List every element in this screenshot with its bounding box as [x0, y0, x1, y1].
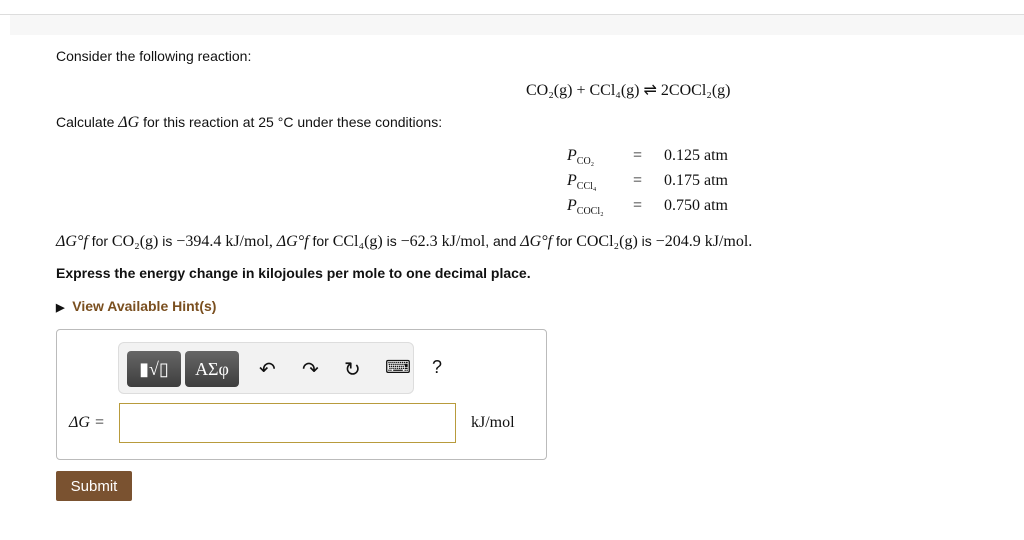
templates-button[interactable]: ▮√▯	[127, 351, 181, 387]
equals: =	[633, 197, 643, 214]
math-toolbar: ▮√▯ ΑΣφ ↶ ↷ ↻ ⌨ ?	[118, 342, 442, 394]
calc-post: for this reaction at 25 °C under these c…	[143, 114, 443, 130]
calc-pre: Calculate	[56, 114, 115, 130]
answer-unit: kJ/mol	[471, 414, 515, 431]
pressure-value-co2: 0.125 atm	[664, 147, 728, 164]
keyboard-icon[interactable]: ⌨	[385, 357, 411, 378]
answer-input[interactable]	[119, 403, 456, 443]
greek-symbols-button[interactable]: ΑΣφ	[185, 351, 239, 387]
pressure-label-cocl2: PCOCl₂	[567, 197, 604, 218]
header-band	[10, 15, 1024, 35]
help-button[interactable]: ?	[432, 357, 442, 378]
products: 2COCl₂(g)	[660, 82, 731, 99]
answer-label: ΔG =	[69, 414, 105, 431]
caret-right-icon: ▶	[56, 302, 65, 314]
pressure-label-ccl4: PCCl₄	[567, 172, 597, 193]
pressure-value-cocl2: 0.750 atm	[664, 197, 728, 214]
reactants: CO₂(g) + CCl₄(g)	[526, 82, 640, 99]
undo-icon[interactable]: ↶	[259, 357, 276, 382]
calc-text: Calculate ΔG for this reaction at 25 °C …	[56, 114, 442, 132]
instruction: Express the energy change in kilojoules …	[56, 265, 531, 281]
delta-g-symbol: ΔG	[118, 114, 140, 131]
redo-icon[interactable]: ↷	[302, 357, 319, 382]
intro-text: Consider the following reaction:	[56, 48, 252, 64]
equals: =	[633, 147, 643, 164]
equals: =	[633, 172, 643, 189]
hint-toggle[interactable]: ▶ View Available Hint(s)	[56, 298, 216, 314]
formation-energies: ΔG°f for CO₂(g) is −394.4 kJ/mol, ΔG°f f…	[56, 233, 753, 250]
fraction-root-icon: ▮√▯	[139, 358, 169, 379]
hint-label: View Available Hint(s)	[72, 298, 217, 314]
pressure-value-ccl4: 0.175 atm	[664, 172, 728, 189]
equilibrium-arrow: ⇌	[643, 82, 657, 99]
submit-button[interactable]: Submit	[56, 471, 132, 501]
reaction-equation: CO₂(g) + CCl₄(g) ⇌ 2COCl₂(g)	[526, 80, 731, 100]
pressure-label-co2: PCO₂	[567, 147, 595, 168]
reset-icon[interactable]: ↻	[344, 357, 361, 382]
